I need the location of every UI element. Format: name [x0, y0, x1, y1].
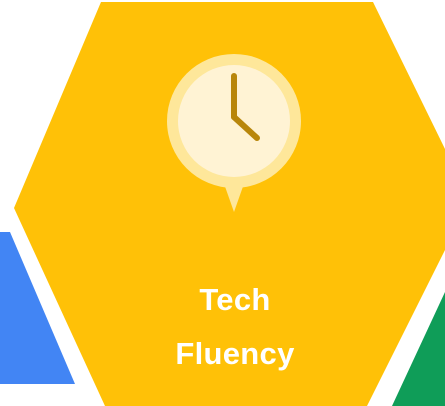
card-title-line-1: Tech [199, 282, 271, 317]
skill-card: Tech Fluency [0, 0, 445, 406]
card-title-line-2: Fluency [175, 336, 295, 371]
